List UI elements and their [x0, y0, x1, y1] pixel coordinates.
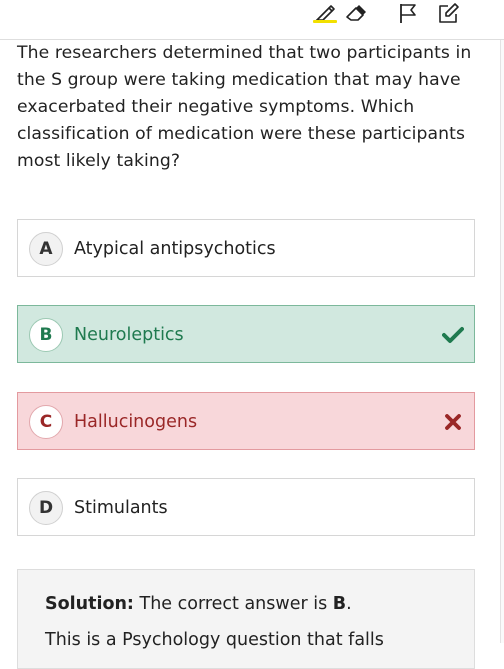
option-letter: A	[29, 232, 63, 266]
edit-note-icon[interactable]	[435, 0, 461, 26]
answer-option-b[interactable]: B Neuroleptics	[17, 305, 475, 363]
option-letter: D	[29, 491, 63, 525]
solution-summary: Solution: The correct answer is B.	[45, 592, 352, 616]
flag-icon[interactable]	[395, 0, 421, 26]
highlight-color-swatch	[313, 20, 337, 23]
option-letter: B	[29, 318, 63, 352]
solution-panel: Solution: The correct answer is B. This …	[17, 569, 475, 669]
option-text: Stimulants	[74, 498, 168, 518]
checkmark-icon	[441, 323, 465, 347]
solution-explanation: This is a Psychology question that falls	[45, 630, 384, 650]
scrollbar[interactable]	[500, 40, 504, 643]
question-text: The researchers determined that two part…	[17, 43, 472, 171]
solution-answer: B	[332, 594, 347, 614]
solution-period: .	[346, 594, 352, 614]
x-icon	[441, 410, 465, 434]
eraser-icon[interactable]	[343, 0, 369, 26]
solution-label: Solution:	[45, 594, 134, 614]
option-letter: C	[29, 405, 63, 439]
solution-text: The correct answer is	[133, 594, 333, 614]
option-text: Hallucinogens	[74, 412, 198, 432]
answer-option-a[interactable]: A Atypical antipsychotics	[17, 219, 475, 277]
annotation-toolbar	[0, 0, 504, 40]
option-text: Atypical antipsychotics	[74, 239, 276, 259]
option-text: Neuroleptics	[74, 325, 184, 345]
answer-option-c[interactable]: C Hallucinogens	[17, 392, 475, 450]
answer-option-d[interactable]: D Stimulants	[17, 478, 475, 536]
